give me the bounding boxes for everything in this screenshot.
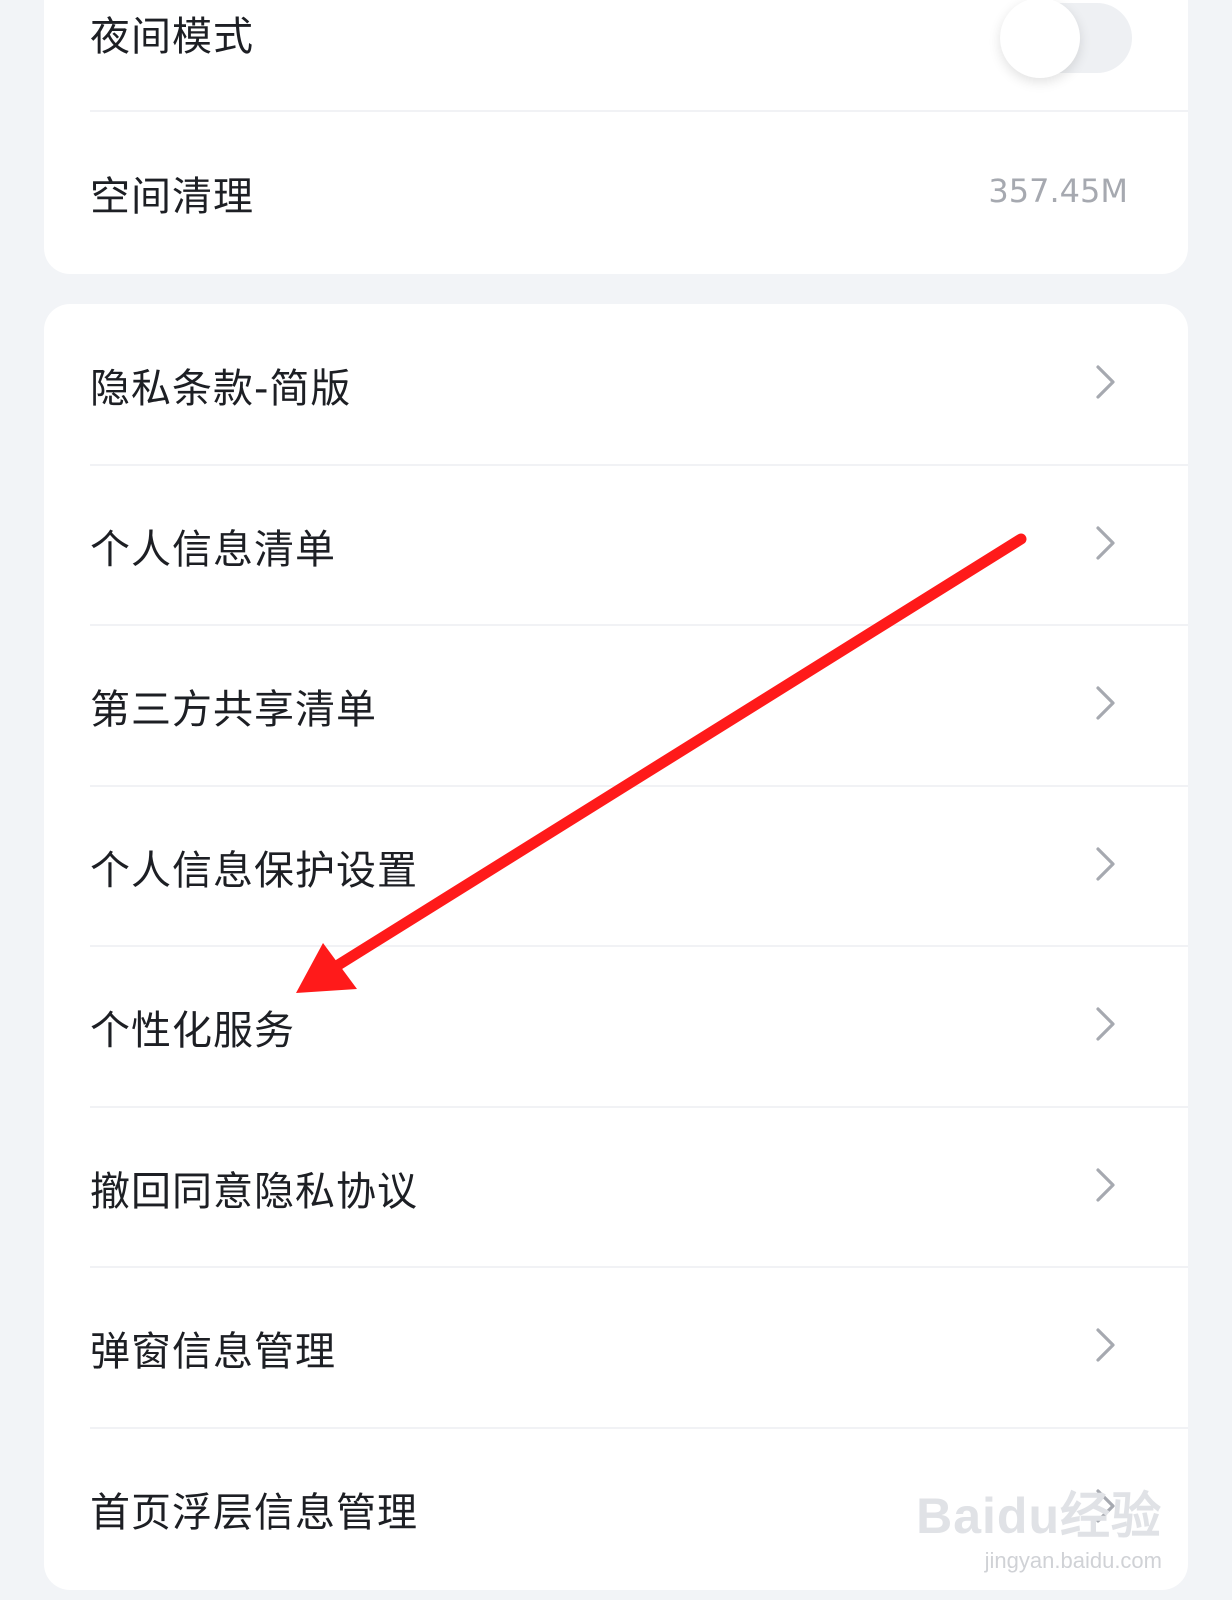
list-item-label: 个性化服务	[90, 1008, 295, 1054]
privacy-settings-card: 隐私条款-简版 个人信息清单 第三方共享清单 个人信息保护设置 个性化服务撤回同意隐私协…	[44, 304, 1188, 1590]
space-cleanup-row[interactable]: 空间清理 357.45M	[44, 112, 1188, 274]
sidebar-item-privacy-terms-brief[interactable]: 隐私条款-简版	[44, 304, 1188, 465]
list-item-label: 隐私条款-简版	[90, 366, 352, 412]
chevron-right-icon	[1086, 844, 1126, 884]
chevron-right-icon	[1086, 523, 1126, 563]
list-item-label: 撤回同意隐私协议	[90, 1168, 418, 1215]
list-item-label: 弹窗信息管理	[90, 1329, 336, 1375]
chevron-right-icon	[1086, 362, 1126, 402]
night-mode-row[interactable]: 夜间模式	[44, 0, 1188, 110]
sidebar-item-personalized-service[interactable]: 个性化服务	[44, 946, 1188, 1107]
night-mode-toggle[interactable]	[1000, 0, 1132, 78]
sidebar-item-revoke-privacy-consent[interactable]: 撤回同意隐私协议	[44, 1107, 1188, 1268]
space-cleanup-label: 空间清理	[90, 174, 254, 220]
list-item-label: 个人信息保护设置	[90, 847, 418, 894]
general-settings-card: 夜间模式 空间清理 357.45M	[44, 0, 1188, 274]
chevron-right-icon	[1086, 683, 1126, 723]
chevron-right-icon	[1086, 1486, 1126, 1526]
list-item-label: 第三方共享清单	[90, 687, 377, 733]
list-item-label: 个人信息清单	[90, 526, 336, 573]
sidebar-item-personal-info-protection-settings[interactable]: 个人信息保护设置	[44, 786, 1188, 947]
sidebar-item-popup-info-management[interactable]: 弹窗信息管理	[44, 1267, 1188, 1428]
toggle-knob	[1000, 0, 1080, 78]
chevron-right-icon	[1086, 1325, 1126, 1365]
cache-size-value: 357.45M	[988, 172, 1128, 210]
night-mode-label: 夜间模式	[90, 14, 254, 60]
chevron-right-icon	[1086, 1004, 1126, 1044]
chevron-right-icon	[1086, 1165, 1126, 1205]
sidebar-item-personal-info-list[interactable]: 个人信息清单	[44, 465, 1188, 626]
list-item-label: 首页浮层信息管理	[90, 1489, 418, 1536]
sidebar-item-homepage-overlay-info-management[interactable]: 首页浮层信息管理	[44, 1428, 1188, 1589]
sidebar-item-third-party-sharing-list[interactable]: 第三方共享清单	[44, 625, 1188, 786]
